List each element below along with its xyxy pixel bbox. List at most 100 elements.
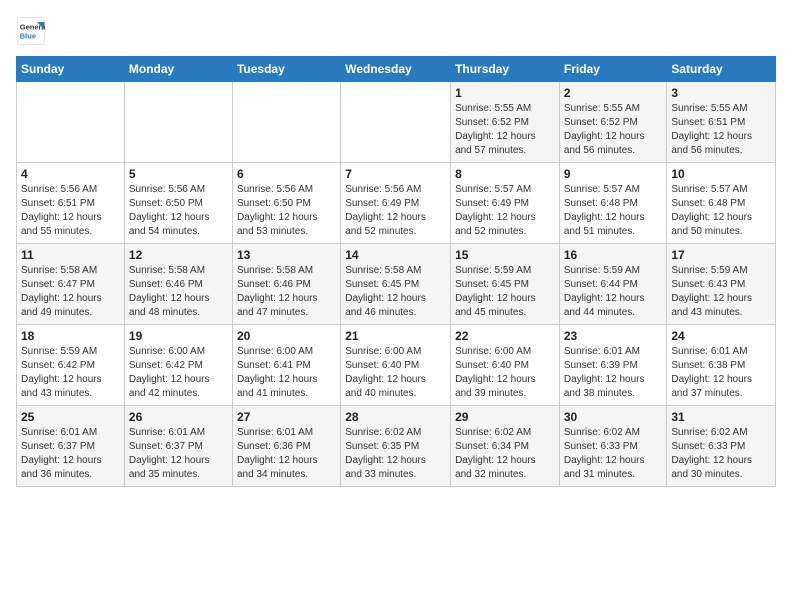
day-number: 11 xyxy=(21,248,120,262)
day-cell: 7 Sunrise: 5:56 AM Sunset: 6:49 PM Daylig… xyxy=(341,163,451,244)
day-info: Sunrise: 6:01 AM Sunset: 6:37 PM Dayligh… xyxy=(21,426,120,482)
day-info: Sunrise: 5:56 AM Sunset: 6:50 PM Dayligh… xyxy=(129,183,228,239)
day-info: Sunrise: 5:57 AM Sunset: 6:49 PM Dayligh… xyxy=(455,183,555,239)
day-cell: 25 Sunrise: 6:01 AM Sunset: 6:37 PM Dayli… xyxy=(17,406,125,487)
day-cell: 21 Sunrise: 6:00 AM Sunset: 6:40 PM Dayli… xyxy=(341,325,451,406)
svg-text:Blue: Blue xyxy=(20,32,36,41)
day-cell: 5 Sunrise: 5:56 AM Sunset: 6:50 PM Daylig… xyxy=(124,163,232,244)
day-number: 30 xyxy=(564,410,663,424)
day-number: 18 xyxy=(21,329,120,343)
day-cell: 19 Sunrise: 6:00 AM Sunset: 6:42 PM Dayli… xyxy=(124,325,232,406)
day-number: 27 xyxy=(237,410,336,424)
day-info: Sunrise: 6:02 AM Sunset: 6:33 PM Dayligh… xyxy=(564,426,663,482)
day-info: Sunrise: 5:58 AM Sunset: 6:47 PM Dayligh… xyxy=(21,264,120,320)
day-info: Sunrise: 6:01 AM Sunset: 6:36 PM Dayligh… xyxy=(237,426,336,482)
day-info: Sunrise: 6:00 AM Sunset: 6:42 PM Dayligh… xyxy=(129,345,228,401)
day-number: 23 xyxy=(564,329,663,343)
day-cell: 10 Sunrise: 5:57 AM Sunset: 6:48 PM Dayli… xyxy=(667,163,776,244)
day-cell: 22 Sunrise: 6:00 AM Sunset: 6:40 PM Dayli… xyxy=(451,325,560,406)
day-number: 21 xyxy=(345,329,446,343)
day-cell: 2 Sunrise: 5:55 AM Sunset: 6:52 PM Daylig… xyxy=(559,82,667,163)
day-number: 14 xyxy=(345,248,446,262)
day-number: 8 xyxy=(455,167,555,181)
day-header-saturday: Saturday xyxy=(667,57,776,82)
day-number: 29 xyxy=(455,410,555,424)
day-cell: 12Sunrise: 5:58 AM Sunset: 6:46 PM Dayli… xyxy=(124,244,232,325)
week-row-0: 1 Sunrise: 5:55 AM Sunset: 6:52 PM Daylig… xyxy=(17,82,776,163)
day-header-wednesday: Wednesday xyxy=(341,57,451,82)
day-number: 4 xyxy=(21,167,120,181)
day-number: 1 xyxy=(455,86,555,100)
day-info: Sunrise: 5:55 AM Sunset: 6:51 PM Dayligh… xyxy=(671,102,771,158)
day-cell: 14 Sunrise: 5:58 AM Sunset: 6:45 PM Dayli… xyxy=(341,244,451,325)
day-cell: 3 Sunrise: 5:55 AM Sunset: 6:51 PM Daylig… xyxy=(667,82,776,163)
day-cell: 8 Sunrise: 5:57 AM Sunset: 6:49 PM Daylig… xyxy=(451,163,560,244)
day-info: Sunrise: 5:57 AM Sunset: 6:48 PM Dayligh… xyxy=(564,183,663,239)
day-cell: 29 Sunrise: 6:02 AM Sunset: 6:34 PM Dayli… xyxy=(451,406,560,487)
day-cell: 18 Sunrise: 5:59 AM Sunset: 6:42 PM Dayli… xyxy=(17,325,125,406)
logo: General Blue xyxy=(16,16,50,46)
day-cell: 27 Sunrise: 6:01 AM Sunset: 6:36 PM Dayli… xyxy=(232,406,340,487)
day-info: Sunrise: 5:55 AM Sunset: 6:52 PM Dayligh… xyxy=(455,102,555,158)
day-cell: 16 Sunrise: 5:59 AM Sunset: 6:44 PM Dayli… xyxy=(559,244,667,325)
day-info: Sunrise: 6:02 AM Sunset: 6:34 PM Dayligh… xyxy=(455,426,555,482)
day-number: 24 xyxy=(671,329,771,343)
day-cell: 4 Sunrise: 5:56 AM Sunset: 6:51 PM Daylig… xyxy=(17,163,125,244)
day-info: Sunrise: 5:56 AM Sunset: 6:51 PM Dayligh… xyxy=(21,183,120,239)
day-number: 25 xyxy=(21,410,120,424)
day-number: 22 xyxy=(455,329,555,343)
day-info: Sunrise: 6:00 AM Sunset: 6:41 PM Dayligh… xyxy=(237,345,336,401)
day-cell: 1 Sunrise: 5:55 AM Sunset: 6:52 PM Daylig… xyxy=(451,82,560,163)
day-info: Sunrise: 5:55 AM Sunset: 6:52 PM Dayligh… xyxy=(564,102,663,158)
day-info: Sunrise: 6:01 AM Sunset: 6:37 PM Dayligh… xyxy=(129,426,228,482)
page-header: General Blue xyxy=(16,16,776,46)
day-header-sunday: Sunday xyxy=(17,57,125,82)
day-cell: 28Sunrise: 6:02 AM Sunset: 6:35 PM Dayli… xyxy=(341,406,451,487)
day-info: Sunrise: 5:58 AM Sunset: 6:45 PM Dayligh… xyxy=(345,264,446,320)
day-info: Sunrise: 6:00 AM Sunset: 6:40 PM Dayligh… xyxy=(455,345,555,401)
day-number: 2 xyxy=(564,86,663,100)
day-cell: 23Sunrise: 6:01 AM Sunset: 6:39 PM Dayli… xyxy=(559,325,667,406)
day-number: 16 xyxy=(564,248,663,262)
day-info: Sunrise: 5:57 AM Sunset: 6:48 PM Dayligh… xyxy=(671,183,771,239)
day-number: 31 xyxy=(671,410,771,424)
day-number: 9 xyxy=(564,167,663,181)
day-header-thursday: Thursday xyxy=(451,57,560,82)
day-info: Sunrise: 5:58 AM Sunset: 6:46 PM Dayligh… xyxy=(237,264,336,320)
day-cell: 24Sunrise: 6:01 AM Sunset: 6:38 PM Dayli… xyxy=(667,325,776,406)
day-number: 6 xyxy=(237,167,336,181)
day-cell: 17Sunrise: 5:59 AM Sunset: 6:43 PM Dayli… xyxy=(667,244,776,325)
day-info: Sunrise: 5:59 AM Sunset: 6:42 PM Dayligh… xyxy=(21,345,120,401)
day-number: 12 xyxy=(129,248,228,262)
day-cell: 30 Sunrise: 6:02 AM Sunset: 6:33 PM Dayli… xyxy=(559,406,667,487)
day-header-monday: Monday xyxy=(124,57,232,82)
day-number: 20 xyxy=(237,329,336,343)
day-cell xyxy=(232,82,340,163)
day-number: 13 xyxy=(237,248,336,262)
day-cell: 6Sunrise: 5:56 AM Sunset: 6:50 PM Daylig… xyxy=(232,163,340,244)
week-row-2: 11 Sunrise: 5:58 AM Sunset: 6:47 PM Dayli… xyxy=(17,244,776,325)
day-cell: 15Sunrise: 5:59 AM Sunset: 6:45 PM Dayli… xyxy=(451,244,560,325)
day-cell: 13 Sunrise: 5:58 AM Sunset: 6:46 PM Dayli… xyxy=(232,244,340,325)
day-info: Sunrise: 6:00 AM Sunset: 6:40 PM Dayligh… xyxy=(345,345,446,401)
day-cell xyxy=(124,82,232,163)
day-number: 7 xyxy=(345,167,446,181)
day-number: 26 xyxy=(129,410,228,424)
day-header-tuesday: Tuesday xyxy=(232,57,340,82)
day-number: 3 xyxy=(671,86,771,100)
day-cell: 20 Sunrise: 6:00 AM Sunset: 6:41 PM Dayli… xyxy=(232,325,340,406)
day-cell: 26 Sunrise: 6:01 AM Sunset: 6:37 PM Dayli… xyxy=(124,406,232,487)
calendar-table: SundayMondayTuesdayWednesdayThursdayFrid… xyxy=(16,56,776,487)
day-info: Sunrise: 6:02 AM Sunset: 6:33 PM Dayligh… xyxy=(671,426,771,482)
day-number: 19 xyxy=(129,329,228,343)
day-number: 5 xyxy=(129,167,228,181)
day-cell: 11 Sunrise: 5:58 AM Sunset: 6:47 PM Dayli… xyxy=(17,244,125,325)
day-number: 10 xyxy=(671,167,771,181)
logo-icon: General Blue xyxy=(16,16,46,46)
day-info: Sunrise: 5:56 AM Sunset: 6:49 PM Dayligh… xyxy=(345,183,446,239)
day-cell: 31 Sunrise: 6:02 AM Sunset: 6:33 PM Dayli… xyxy=(667,406,776,487)
day-cell xyxy=(17,82,125,163)
week-row-1: 4 Sunrise: 5:56 AM Sunset: 6:51 PM Daylig… xyxy=(17,163,776,244)
day-info: Sunrise: 5:59 AM Sunset: 6:44 PM Dayligh… xyxy=(564,264,663,320)
day-info: Sunrise: 6:02 AM Sunset: 6:35 PM Dayligh… xyxy=(345,426,446,482)
